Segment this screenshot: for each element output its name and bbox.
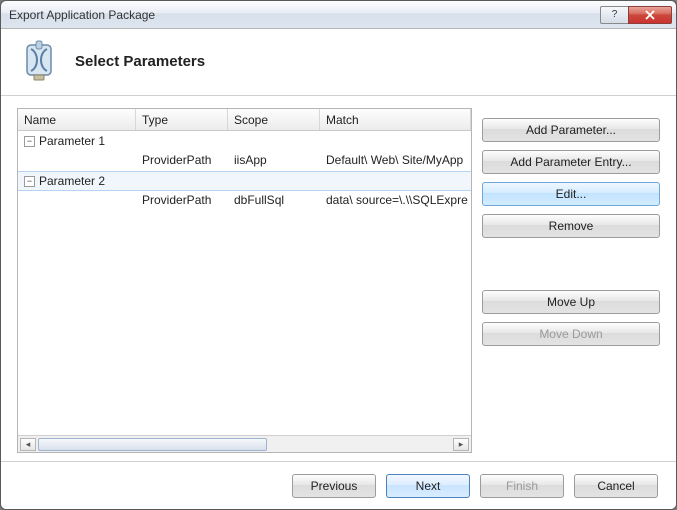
side-panel: Add Parameter... Add Parameter Entry... … (482, 108, 660, 453)
cell-scope: dbFullSql (228, 191, 320, 211)
remove-button[interactable]: Remove (482, 214, 660, 238)
header-area: Select Parameters (1, 29, 676, 96)
cell-type: ProviderPath (136, 191, 228, 211)
help-button[interactable]: ? (600, 6, 628, 24)
parameters-grid: Name Type Scope Match − Parameter 1 Prov… (17, 108, 472, 453)
collapse-icon[interactable]: − (24, 136, 35, 147)
next-button[interactable]: Next (386, 474, 470, 498)
column-header-type[interactable]: Type (136, 109, 228, 130)
page-title: Select Parameters (75, 53, 205, 70)
collapse-icon[interactable]: − (24, 176, 35, 187)
child-row-parameter-1[interactable]: ProviderPath iisApp Default\ Web\ Site/M… (18, 151, 471, 171)
column-header-scope[interactable]: Scope (228, 109, 320, 130)
child-row-parameter-2[interactable]: ProviderPath dbFullSql data\ source=\.\\… (18, 191, 471, 211)
wizard-footer: Previous Next Finish Cancel (1, 461, 676, 509)
grid-body: − Parameter 1 ProviderPath iisApp Defaul… (18, 131, 471, 435)
move-up-button[interactable]: Move Up (482, 290, 660, 314)
tree-row-label: Parameter 1 (39, 134, 105, 148)
cell-scope: iisApp (228, 151, 320, 171)
finish-button: Finish (480, 474, 564, 498)
wizard-window: Export Application Package ? Select Para… (0, 0, 677, 510)
previous-button[interactable]: Previous (292, 474, 376, 498)
window-title: Export Application Package (9, 8, 600, 22)
tree-row-label: Parameter 2 (39, 174, 105, 188)
move-down-button: Move Down (482, 322, 660, 346)
scroll-thumb[interactable] (38, 438, 267, 451)
titlebar: Export Application Package ? (1, 1, 676, 29)
horizontal-scrollbar[interactable]: ◂ ▸ (18, 435, 471, 452)
close-button[interactable] (628, 6, 672, 24)
scroll-track[interactable] (36, 438, 453, 451)
tree-row-parameter-1[interactable]: − Parameter 1 (18, 131, 471, 151)
scroll-right-icon[interactable]: ▸ (453, 438, 469, 451)
column-header-name[interactable]: Name (18, 109, 136, 130)
tree-row-parameter-2[interactable]: − Parameter 2 (18, 171, 471, 191)
column-header-match[interactable]: Match (320, 109, 471, 130)
add-parameter-button[interactable]: Add Parameter... (482, 118, 660, 142)
add-parameter-entry-button[interactable]: Add Parameter Entry... (482, 150, 660, 174)
scroll-left-icon[interactable]: ◂ (20, 438, 36, 451)
edit-button[interactable]: Edit... (482, 182, 660, 206)
package-icon (17, 39, 61, 83)
cell-match: Default\ Web\ Site/MyApp (320, 151, 471, 171)
cancel-button[interactable]: Cancel (574, 474, 658, 498)
cell-match: data\ source=\.\\SQLExpre (320, 191, 471, 211)
grid-header: Name Type Scope Match (18, 109, 471, 131)
window-controls: ? (600, 6, 672, 24)
body-area: Name Type Scope Match − Parameter 1 Prov… (1, 96, 676, 461)
cell-type: ProviderPath (136, 151, 228, 171)
help-icon: ? (612, 9, 618, 20)
close-icon (645, 10, 655, 20)
